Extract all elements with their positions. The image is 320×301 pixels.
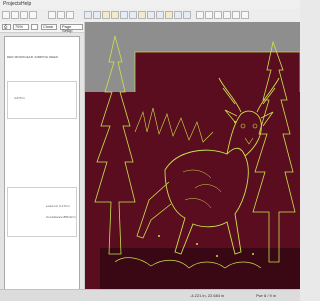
preview-toolbar: ⎙ 75% Close Page Setup — [0, 22, 84, 33]
preview-options-icon[interactable] — [31, 24, 38, 30]
page-indicator: Pwr 8 / 9 in — [256, 293, 277, 298]
text-tool-icon[interactable] — [138, 11, 146, 19]
node-marker — [252, 253, 254, 255]
undo-icon[interactable] — [48, 11, 56, 19]
zoom-icon[interactable] — [66, 11, 74, 19]
zoom-select[interactable]: 75% — [13, 24, 29, 30]
cursor-coordinates: -4.221 in, 22.684 in — [190, 293, 225, 298]
line-tool-icon[interactable] — [102, 11, 110, 19]
print-preview-icon[interactable]: ⎙ — [2, 24, 11, 30]
main-toolbar — [0, 9, 300, 23]
offset-icon[interactable] — [174, 11, 182, 19]
file-tools — [2, 11, 37, 20]
node-marker — [196, 243, 198, 245]
length-text: Load cut: 0.172 in — [46, 204, 70, 208]
preview-page: DER MOROCEAR JUMPING DEER 4.076 in Load … — [4, 36, 80, 300]
deer-design-artwork — [85, 35, 300, 289]
close-button[interactable]: Close — [41, 24, 57, 30]
zoom-out-icon[interactable] — [205, 11, 213, 19]
size-text: 4.076 in — [14, 96, 25, 100]
fit-icon[interactable] — [214, 11, 222, 19]
cut-distance-text: Cut distance 886.62 in — [46, 215, 76, 219]
draw-tools — [84, 11, 191, 20]
ellipse-tool-icon[interactable] — [129, 11, 137, 19]
node-marker — [234, 121, 236, 123]
sheet-title: DER MOROCEAR JUMPING DEER — [7, 55, 58, 59]
settings-icon[interactable] — [241, 11, 249, 19]
menu-projects[interactable]: Projects — [3, 2, 21, 7]
menu-bar: Projects Help — [0, 0, 300, 9]
cut-section: Load cut: 0.172 in Cut distance 886.62 i… — [7, 187, 77, 237]
edit-tools — [48, 11, 74, 20]
node-marker — [216, 255, 218, 257]
menu-help[interactable]: Help — [21, 2, 31, 7]
print-icon[interactable] — [29, 11, 37, 19]
status-bar: -4.221 in, 22.684 in Pwr 8 / 9 in — [0, 289, 300, 301]
grid-icon[interactable] — [223, 11, 231, 19]
new-file-icon[interactable] — [2, 11, 10, 19]
rotate-icon[interactable] — [156, 11, 164, 19]
design-canvas[interactable] — [85, 22, 300, 289]
curve-tool-icon[interactable] — [111, 11, 119, 19]
weld-icon[interactable] — [165, 11, 173, 19]
node-marker — [158, 235, 160, 237]
select-icon[interactable] — [84, 11, 92, 19]
save-icon[interactable] — [20, 11, 28, 19]
rectangle-tool-icon[interactable] — [120, 11, 128, 19]
view-tools — [196, 11, 249, 20]
node-edit-icon[interactable] — [93, 11, 101, 19]
base-panel — [100, 248, 300, 289]
open-file-icon[interactable] — [11, 11, 19, 19]
mirror-icon[interactable] — [147, 11, 155, 19]
size-section: 4.076 in — [7, 81, 77, 119]
zoom-in-icon[interactable] — [196, 11, 204, 19]
measure-icon[interactable] — [232, 11, 240, 19]
redo-icon[interactable] — [57, 11, 65, 19]
cut-icon[interactable] — [183, 11, 191, 19]
print-preview-pane: ⎙ 75% Close Page Setup DER MOROCEAR JUMP… — [0, 22, 85, 300]
page-setup-button[interactable]: Page Setup — [60, 24, 83, 33]
